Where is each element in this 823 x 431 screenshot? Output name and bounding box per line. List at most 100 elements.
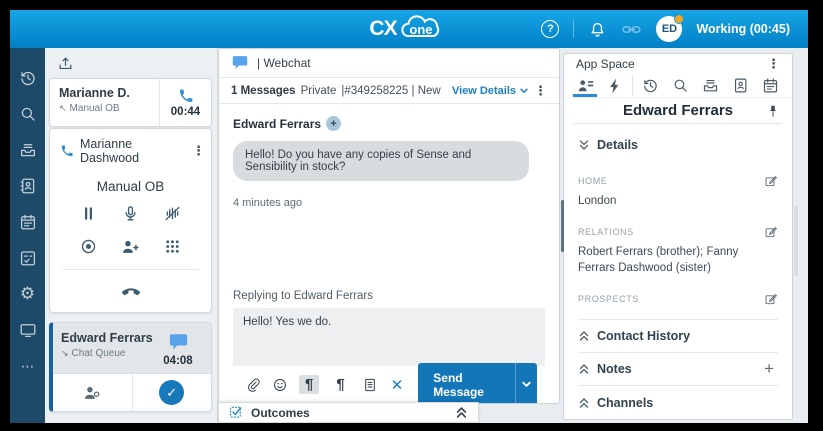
mask-recording-button[interactable] — [163, 204, 182, 223]
pin-icon[interactable] — [766, 104, 780, 118]
user-avatar[interactable]: ED — [656, 16, 682, 42]
chat-bubble-icon — [168, 333, 189, 352]
help-glyph: ? — [547, 23, 554, 35]
tab-history[interactable] — [635, 74, 665, 97]
message-timestamp: 4 minutes ago — [233, 197, 545, 209]
add-note-icon[interactable]: + — [764, 359, 774, 379]
privacy-label: Private — [301, 85, 337, 97]
view-details-link[interactable]: View Details — [452, 85, 529, 97]
chevron-down-icon — [519, 86, 529, 96]
send-options-chevron[interactable] — [515, 363, 537, 404]
call-contact-card[interactable]: Marianne D. ↖ Manual OB 00:44 — [49, 78, 212, 127]
details-section-header[interactable]: Details — [578, 138, 778, 152]
field-value: Robert Ferrars (brother); Fanny Ferrars … — [578, 244, 778, 277]
notes-clipboard-icon[interactable] — [362, 377, 378, 393]
replying-to-label: Replying to Edward Ferrars — [233, 290, 545, 308]
call-timer: 00:44 — [171, 106, 200, 118]
edit-icon[interactable] — [764, 225, 778, 239]
more-ellipsis-icon[interactable]: ⋯ — [18, 356, 37, 375]
attachment-icon[interactable] — [245, 377, 261, 393]
section-label: Channels — [597, 396, 653, 410]
tab-calendar[interactable] — [756, 74, 786, 97]
app-space-menu-icon[interactable]: ⋮ — [767, 56, 780, 72]
edit-icon[interactable] — [764, 174, 778, 188]
address-book-icon[interactable] — [18, 176, 37, 195]
tab-address-book[interactable] — [726, 74, 756, 97]
ellipsis-glyph: ⋯ — [21, 359, 35, 373]
active-call-skill-title: Manual OB — [50, 179, 211, 194]
logo-cx-text: CX — [369, 17, 396, 41]
app-space-scrollbar[interactable] — [794, 206, 798, 276]
field-value: London — [578, 193, 778, 210]
hangup-button[interactable] — [119, 278, 143, 302]
double-chevron-up-icon — [578, 330, 590, 342]
webchat-bubble-icon — [231, 55, 249, 71]
message-draft-input[interactable]: Hello! Yes we do. — [233, 308, 545, 366]
field-label: HOME — [578, 176, 607, 186]
app-space-contact-name: Edward Ferrars — [623, 102, 733, 119]
send-message-label: Send Message — [418, 363, 515, 404]
inbound-arrow-icon: ↘ — [61, 348, 69, 359]
field-prospects: PROSPECTS — [578, 292, 778, 306]
chat-contact-name: Edward Ferrars — [61, 331, 153, 345]
outcomes-bar[interactable]: Outcomes — [218, 402, 479, 423]
link-icon[interactable] — [621, 19, 642, 40]
add-contact-badge[interactable]: + — [326, 116, 341, 131]
app-space-panel: App Space ⋮ — [563, 53, 793, 420]
incoming-message-bubble: Hello! Do you have any copies of Sense a… — [233, 141, 529, 181]
emoji-icon[interactable] — [272, 377, 288, 393]
cxone-logo: CX one — [369, 14, 448, 44]
messages-count: 1 Messages — [231, 85, 296, 97]
paragraph-format-icon-selected[interactable]: ¶ — [299, 375, 319, 394]
notifications-bell-icon[interactable] — [588, 20, 607, 39]
chat-contact-card[interactable]: Edward Ferrars ↘ Chat Queue 04:08 — [49, 322, 212, 412]
details-title: Details — [597, 138, 638, 152]
chat-menu-icon[interactable]: ⋮ — [534, 83, 547, 99]
transfer-contact-button[interactable] — [53, 374, 132, 411]
panel-scrollbar-thumb[interactable] — [561, 200, 564, 252]
avatar-initials: ED — [662, 23, 677, 35]
add-participant-button[interactable] — [120, 237, 140, 257]
collapse-chevrons-icon[interactable] — [455, 406, 468, 419]
monitor-icon[interactable] — [18, 320, 37, 339]
application-window: CX one ? ED Working (00:45) — [10, 10, 808, 423]
gear-glyph: ⚙ — [20, 285, 35, 302]
paragraph-format-icon[interactable]: ¶ — [330, 375, 350, 394]
tab-search[interactable] — [665, 74, 695, 97]
message-sender-name: Edward Ferrars — [233, 117, 321, 131]
history-icon[interactable] — [18, 68, 37, 87]
field-label: RELATIONS — [578, 227, 634, 237]
calendar-icon[interactable] — [18, 212, 37, 231]
section-contact-history[interactable]: Contact History — [578, 320, 778, 353]
hold-pause-button[interactable] — [79, 204, 98, 223]
chat-panel: | Webchat 1 Messages Private |#349258225… — [218, 48, 560, 404]
call-skill-label: Manual OB — [70, 103, 120, 114]
field-relations: RELATIONS Robert Ferrars (brother); Fann… — [578, 225, 778, 277]
section-notes[interactable]: Notes + — [578, 353, 778, 386]
edit-icon[interactable] — [764, 292, 778, 306]
call-contact-name: Marianne D. — [59, 86, 159, 100]
agent-status-label[interactable]: Working (00:45) — [696, 22, 790, 36]
settings-gear-icon[interactable]: ⚙ — [18, 284, 37, 303]
field-label: PROSPECTS — [578, 294, 639, 304]
help-icon[interactable]: ? — [541, 20, 559, 38]
search-icon[interactable] — [18, 104, 37, 123]
tab-queue[interactable] — [696, 74, 726, 97]
mute-mic-button[interactable] — [121, 204, 140, 223]
queue-tray-icon[interactable] — [18, 140, 37, 159]
phone-icon — [60, 144, 74, 158]
check-icon: ✓ — [159, 380, 184, 405]
upload-icon[interactable] — [57, 55, 74, 72]
active-call-name: Marianne Dashwood — [80, 137, 186, 165]
schedule-icon[interactable] — [18, 248, 37, 267]
section-channels[interactable]: Channels — [578, 386, 778, 419]
record-button[interactable] — [79, 237, 98, 257]
close-icon[interactable]: ✕ — [391, 376, 404, 394]
send-message-button[interactable]: Send Message — [418, 363, 537, 404]
card-menu-icon[interactable]: ⋮ — [192, 143, 205, 159]
logo-one-text: one — [410, 22, 433, 37]
keypad-button[interactable] — [163, 237, 182, 257]
accept-contact-button[interactable]: ✓ — [132, 374, 212, 411]
tab-contact-card[interactable] — [570, 74, 600, 97]
tab-quick-actions[interactable] — [600, 74, 630, 97]
